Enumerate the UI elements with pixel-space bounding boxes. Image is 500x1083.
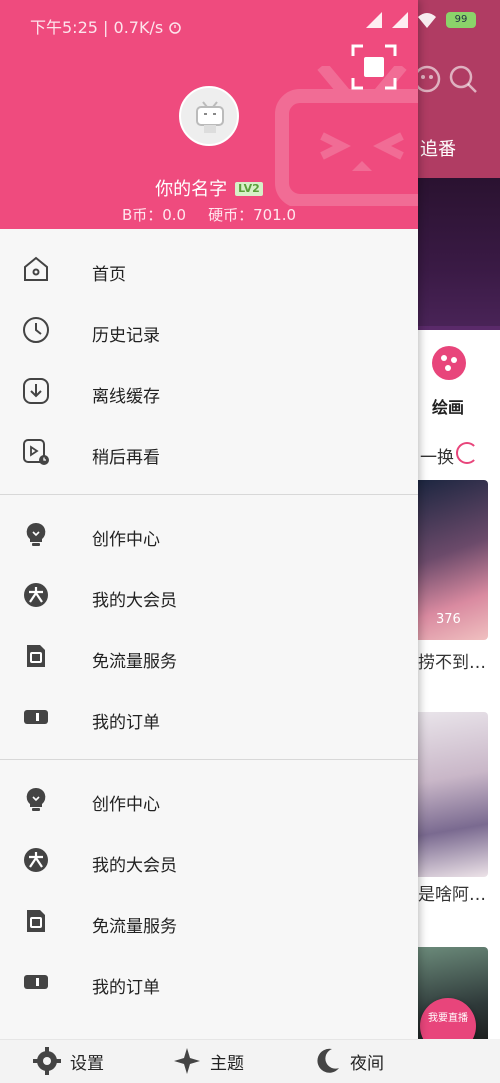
menu-item-label: 稍后再看 bbox=[92, 448, 160, 468]
ticket-icon bbox=[24, 975, 48, 989]
gear-icon bbox=[33, 1047, 61, 1075]
status-time-and-speed: 下午5:25 | 0.7K/s bbox=[30, 14, 182, 38]
menu-item-vip[interactable]: 我的大会员 bbox=[0, 566, 418, 627]
home-icon bbox=[24, 256, 48, 281]
refresh-icon[interactable] bbox=[456, 442, 478, 464]
status-time: 下午5:25 bbox=[30, 18, 98, 37]
lightbulb-icon bbox=[26, 787, 46, 811]
status-bar: 下午5:25 | 0.7K/s 99 bbox=[0, 0, 500, 45]
menu-item-offline-cache[interactable]: 离线缓存 bbox=[0, 362, 418, 423]
scan-qr-icon[interactable] bbox=[351, 44, 397, 90]
signal-icon bbox=[392, 12, 408, 28]
drawer-menu: 首页 历史记录 离线缓存 稍后再看 创作中心 我的大会员 免流量服务 我的订单 … bbox=[0, 240, 418, 1014]
menu-item-label: 免流量服务 bbox=[92, 917, 177, 937]
menu-item-vip[interactable]: 我的大会员 bbox=[0, 831, 418, 892]
status-icons: 99 bbox=[366, 12, 476, 28]
sim-card-icon bbox=[27, 645, 45, 667]
clock-icon bbox=[23, 317, 49, 343]
tab-bangumi[interactable]: 追番 bbox=[420, 135, 456, 161]
menu-item-creator-center[interactable]: 创作中心 bbox=[0, 505, 418, 566]
sim-card-icon bbox=[27, 910, 45, 932]
status-network-speed: 0.7K/s bbox=[113, 18, 164, 37]
menu-item-label: 我的大会员 bbox=[92, 591, 177, 611]
user-name-row: 你的名字 LV2 bbox=[0, 175, 418, 201]
vip-icon bbox=[24, 848, 48, 872]
hard-coin-balance: 硬币：701.0 bbox=[208, 206, 297, 224]
wifi-icon bbox=[418, 13, 436, 28]
level-badge: LV2 bbox=[235, 182, 263, 196]
lightbulb-icon bbox=[26, 522, 46, 546]
settings-label: 设置 bbox=[70, 1053, 104, 1074]
vip-icon bbox=[24, 583, 48, 607]
menu-item-label: 首页 bbox=[92, 265, 126, 285]
bottom-bar-background bbox=[418, 1039, 500, 1083]
night-mode-button[interactable]: 夜间 bbox=[312, 1046, 384, 1076]
battery-icon: 99 bbox=[446, 12, 476, 28]
menu-item-label: 历史记录 bbox=[92, 326, 160, 346]
menu-item-label: 离线缓存 bbox=[92, 387, 160, 407]
status-separator: | bbox=[103, 18, 114, 37]
navigation-drawer: 你的名字 LV2 B币：0.0 硬币：701.0 首页 历史记录 离线缓存 稍后… bbox=[0, 0, 418, 1039]
menu-item-data-free[interactable]: 免流量服务 bbox=[0, 892, 418, 953]
video-card-title[interactable]: 是啥阿… bbox=[418, 880, 486, 905]
menu-item-label: 创作中心 bbox=[92, 795, 160, 815]
menu-item-home[interactable]: 首页 bbox=[0, 240, 418, 301]
video-card-title[interactable]: 捞不到… bbox=[418, 648, 486, 673]
moon-icon bbox=[317, 1048, 339, 1073]
theme-button[interactable]: 主题 bbox=[172, 1046, 244, 1076]
menu-item-creator-center[interactable]: 创作中心 bbox=[0, 770, 418, 831]
menu-item-label: 我的订单 bbox=[92, 713, 160, 733]
menu-item-label: 我的大会员 bbox=[92, 856, 177, 876]
drawer-bottom-bar: 设置 主题 夜间 bbox=[0, 1039, 418, 1083]
menu-item-label: 我的订单 bbox=[92, 978, 160, 998]
video-card-thumbnail[interactable] bbox=[418, 712, 488, 877]
download-icon bbox=[23, 378, 49, 404]
menu-item-orders[interactable]: 我的订单 bbox=[0, 688, 418, 749]
paint-category-label[interactable]: 绘画 bbox=[432, 394, 464, 418]
video-play-count: 376 bbox=[436, 612, 461, 627]
paint-palette-icon[interactable] bbox=[432, 346, 466, 380]
menu-item-watch-later[interactable]: 稍后再看 bbox=[0, 423, 418, 484]
menu-item-label: 免流量服务 bbox=[92, 652, 177, 672]
b-coin-balance: B币：0.0 bbox=[121, 206, 187, 224]
banner-image[interactable] bbox=[418, 178, 500, 330]
menu-item-orders[interactable]: 我的订单 bbox=[0, 953, 418, 1014]
theme-icon bbox=[174, 1048, 200, 1074]
menu-divider bbox=[0, 759, 418, 760]
menu-divider bbox=[0, 494, 418, 495]
refresh-label[interactable]: 一换 bbox=[420, 443, 454, 468]
tv-mascot-icon bbox=[196, 101, 224, 133]
theme-label: 主题 bbox=[210, 1053, 244, 1074]
settings-button[interactable]: 设置 bbox=[32, 1046, 104, 1076]
avatar[interactable] bbox=[179, 86, 239, 146]
signal-icon bbox=[366, 12, 382, 28]
menu-item-history[interactable]: 历史记录 bbox=[0, 301, 418, 362]
ticket-icon bbox=[24, 710, 48, 724]
search-icon[interactable] bbox=[446, 62, 480, 96]
alarm-icon bbox=[169, 22, 182, 34]
menu-item-data-free[interactable]: 免流量服务 bbox=[0, 627, 418, 688]
user-name[interactable]: 你的名字 bbox=[155, 179, 227, 200]
menu-item-label: 创作中心 bbox=[92, 530, 160, 550]
watch-later-icon bbox=[23, 439, 49, 465]
user-coins: B币：0.0 硬币：701.0 bbox=[0, 204, 418, 225]
night-mode-label: 夜间 bbox=[350, 1053, 384, 1074]
